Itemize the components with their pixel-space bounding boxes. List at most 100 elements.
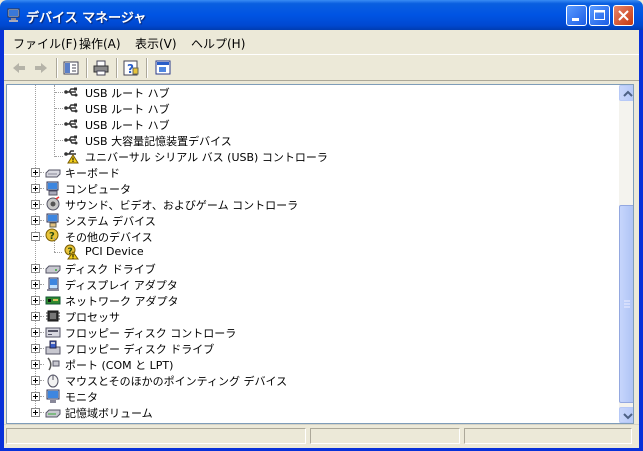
- tree-item[interactable]: USB ルート ハブ: [7, 100, 617, 116]
- tree-item[interactable]: フロッピー ディスク ドライブ: [7, 340, 617, 356]
- tree-item[interactable]: コンピュータ: [7, 180, 617, 196]
- chevron-down-icon: [623, 413, 633, 420]
- disk-drive-icon: [45, 265, 61, 274]
- menu-view[interactable]: 表示(V): [135, 35, 177, 52]
- title-bar[interactable]: デバイス マネージャ: [0, 0, 643, 30]
- expand-icon[interactable]: [31, 200, 40, 209]
- menu-file[interactable]: ファイル(F): [13, 35, 77, 52]
- toolbar-separator: [56, 58, 58, 78]
- menu-action[interactable]: 操作(A): [79, 35, 121, 52]
- expand-icon[interactable]: [31, 408, 40, 417]
- tree-item[interactable]: サウンド、ビデオ、およびゲーム コントローラ: [7, 196, 617, 212]
- expand-icon[interactable]: [31, 344, 40, 353]
- expand-icon[interactable]: [31, 392, 40, 401]
- collapse-icon[interactable]: [31, 232, 40, 241]
- vertical-scrollbar[interactable]: [619, 85, 633, 423]
- maximize-button[interactable]: [589, 5, 610, 26]
- sound-icon: [46, 196, 60, 211]
- back-icon[interactable]: [10, 59, 28, 77]
- tree-item-label: サウンド、ビデオ、およびゲーム コントローラ: [65, 199, 299, 212]
- tree-item[interactable]: プロセッサ: [7, 308, 617, 324]
- tree-item[interactable]: USB ルート ハブ: [7, 116, 617, 132]
- scroll-thumb[interactable]: [619, 205, 633, 403]
- tree-item[interactable]: ? PCI Device: [7, 244, 617, 260]
- tree-item-label: USB ルート ハブ: [85, 87, 170, 100]
- tree-item[interactable]: システム デバイス: [7, 212, 617, 228]
- system-device-icon: [46, 213, 59, 228]
- chevron-up-icon: [623, 90, 633, 97]
- status-panel: [464, 428, 632, 444]
- tree-item-label: ネットワーク アダプタ: [65, 295, 179, 308]
- toolbar: ?: [4, 54, 639, 81]
- tree-item[interactable]: ユニバーサル シリアル バス (USB) コントローラ: [7, 148, 617, 164]
- grip-icon: [624, 300, 630, 308]
- expand-icon[interactable]: [31, 328, 40, 337]
- status-panel: [310, 428, 460, 444]
- tree-item[interactable]: ネットワーク アダプタ: [7, 292, 617, 308]
- properties-icon[interactable]: [154, 59, 172, 77]
- toolbar-separator: [86, 58, 88, 78]
- computer-icon: [46, 181, 59, 196]
- close-button[interactable]: [613, 5, 634, 26]
- tree-item-label: システム デバイス: [65, 215, 156, 228]
- help-properties-icon[interactable]: ?: [122, 59, 140, 77]
- scroll-up-button[interactable]: [619, 85, 633, 101]
- tree-item-label: その他のデバイス: [65, 231, 153, 244]
- close-icon: [618, 10, 629, 21]
- monitor-icon: [46, 389, 60, 403]
- mouse-icon: [47, 374, 59, 388]
- status-bar: [4, 424, 639, 448]
- keyboard-icon: [45, 169, 61, 178]
- expand-icon[interactable]: [31, 264, 40, 273]
- expand-icon[interactable]: [31, 376, 40, 385]
- minimize-button[interactable]: [566, 5, 587, 26]
- tree-item[interactable]: ? その他のデバイス: [7, 228, 617, 244]
- tree-item-label: フロッピー ディスク コントローラ: [65, 327, 237, 340]
- expand-icon[interactable]: [31, 168, 40, 177]
- show-hide-tree-icon[interactable]: [62, 59, 80, 77]
- expand-icon[interactable]: [31, 296, 40, 305]
- tree-item-label: ポート (COM と LPT): [65, 359, 174, 372]
- tree-item-label: PCI Device: [85, 245, 144, 258]
- device-manager-icon: [7, 8, 20, 22]
- tree-item[interactable]: モニタ: [7, 388, 617, 404]
- port-icon: [47, 357, 60, 371]
- toolbar-separator: [116, 58, 118, 78]
- tree-item-label: ディスプレイ アダプタ: [65, 279, 178, 292]
- other-device-icon: ?: [45, 228, 59, 242]
- tree-item[interactable]: ディスク ドライブ: [7, 260, 617, 276]
- expand-icon[interactable]: [31, 280, 40, 289]
- expand-icon[interactable]: [31, 312, 40, 321]
- display-adapter-icon: [47, 277, 59, 291]
- menu-bar: ファイル(F) 操作(A) 表示(V) ヘルプ(H): [4, 30, 639, 54]
- tree-item[interactable]: 記憶域ボリューム: [7, 404, 617, 420]
- forward-icon[interactable]: [32, 59, 50, 77]
- usb-warning-icon: [64, 150, 79, 164]
- tree-item[interactable]: ディスプレイ アダプタ: [7, 276, 617, 292]
- usb-icon: [64, 119, 78, 129]
- tree-item[interactable]: マウスとそのほかのポインティング デバイス: [7, 372, 617, 388]
- device-tree[interactable]: USB ルート ハブ USB ルート ハブ USB ルート ハブ USB 大容量記憶装…: [6, 84, 634, 424]
- print-icon[interactable]: [92, 59, 110, 77]
- scroll-down-button[interactable]: [619, 407, 633, 423]
- unknown-device-warning-icon: ?: [64, 244, 79, 260]
- tree-item-label: キーボード: [65, 167, 120, 180]
- expand-icon[interactable]: [31, 184, 40, 193]
- tree-item-label: USB ルート ハブ: [85, 119, 170, 132]
- tree-item[interactable]: フロッピー ディスク コントローラ: [7, 324, 617, 340]
- tree-item[interactable]: USB ルート ハブ: [7, 85, 617, 100]
- floppy-drive-icon: [45, 340, 61, 355]
- tree-item[interactable]: USB 大容量記憶装置デバイス: [7, 132, 617, 148]
- minimize-icon: [572, 18, 579, 21]
- tree-item-label: コンピュータ: [65, 183, 131, 196]
- toolbar-separator: [146, 58, 148, 78]
- expand-icon[interactable]: [31, 216, 40, 225]
- floppy-controller-icon: [45, 327, 61, 338]
- tree-item[interactable]: キーボード: [7, 164, 617, 180]
- network-adapter-icon: [45, 296, 61, 305]
- tree-item[interactable]: ポート (COM と LPT): [7, 356, 617, 372]
- window-title: デバイス マネージャ: [26, 11, 147, 26]
- window-frame-left: [0, 30, 4, 451]
- expand-icon[interactable]: [31, 360, 40, 369]
- menu-help[interactable]: ヘルプ(H): [191, 35, 245, 52]
